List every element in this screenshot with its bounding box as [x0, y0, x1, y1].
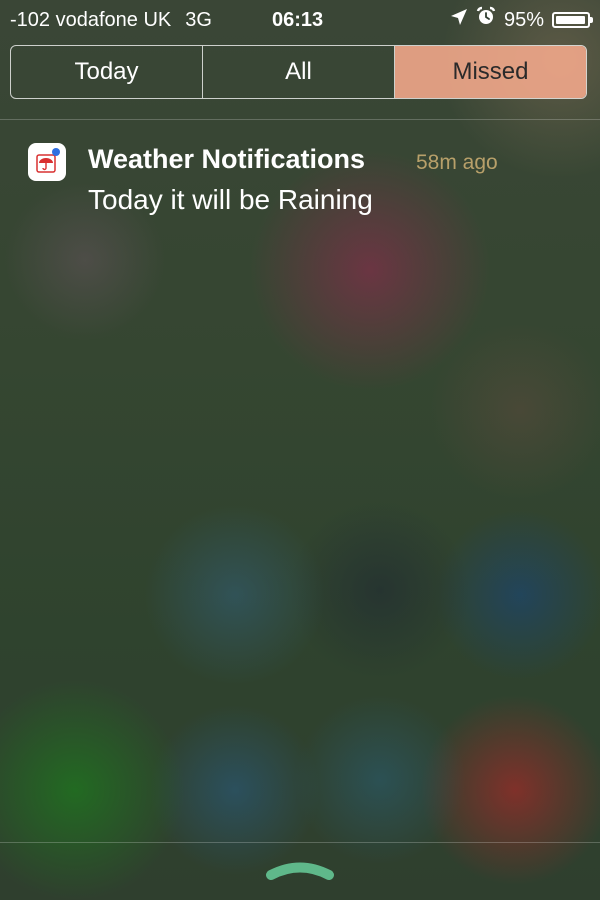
tab-today[interactable]: Today: [11, 46, 203, 98]
chevron-up-grabber-icon[interactable]: [265, 858, 335, 882]
notification-timestamp: 58m ago: [416, 151, 498, 174]
battery-level-fill: [556, 16, 585, 24]
status-time: 06:13: [272, 9, 324, 31]
notification-title: Weather Notifications: [88, 144, 366, 174]
tab-missed[interactable]: Missed: [395, 46, 586, 98]
status-bar-right: 95%: [450, 0, 593, 40]
bottom-divider: [0, 842, 600, 843]
carrier-name: vodafone UK: [55, 9, 172, 31]
battery-icon: [552, 12, 593, 28]
notification-center-tabs: Today All Missed: [10, 45, 587, 99]
network-type: 3G: [185, 9, 212, 31]
location-arrow-icon: [450, 0, 468, 40]
notification-item[interactable]: Weather Notifications 58m ago Today it w…: [0, 132, 600, 232]
battery-terminal: [590, 17, 593, 23]
signal-strength: -102: [10, 9, 51, 31]
tabs-divider: [0, 119, 600, 120]
notification-message: Today it will be Raining: [88, 184, 373, 215]
alarm-clock-icon: [476, 0, 496, 40]
weather-umbrella-app-icon: [28, 143, 66, 181]
tab-all[interactable]: All: [203, 46, 395, 98]
status-bar: -102 vodafone UK 3G 06:13 95%: [0, 0, 600, 40]
status-bar-left: -102 vodafone UK 3G: [10, 0, 212, 40]
battery-percentage: 95%: [503, 9, 544, 31]
